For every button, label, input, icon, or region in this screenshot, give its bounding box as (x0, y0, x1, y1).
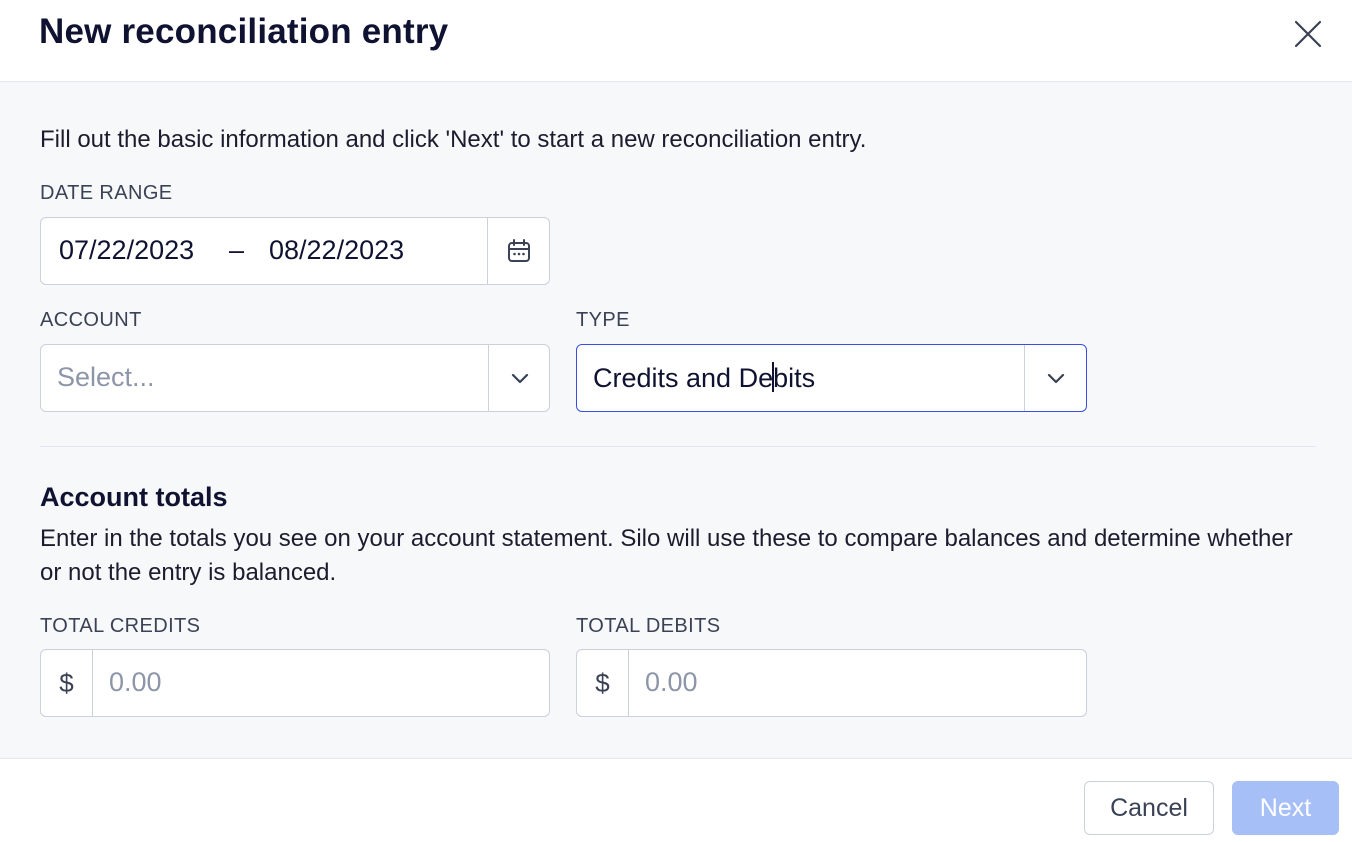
account-select-placeholder: Select... (57, 362, 155, 392)
calendar-button[interactable] (488, 218, 550, 284)
total-credits-field[interactable]: $ 0.00 (40, 649, 550, 717)
type-value-before-cursor: Credits and De (593, 363, 774, 393)
account-select[interactable]: Select... (40, 344, 550, 412)
type-select-value[interactable]: Credits and Debits (593, 362, 815, 394)
total-credits-input[interactable]: 0.00 (109, 667, 162, 698)
total-debits-input[interactable]: 0.00 (645, 667, 698, 698)
type-dropdown-toggle[interactable] (1025, 345, 1086, 411)
dialog-header: New reconciliation entry (0, 0, 1352, 82)
intro-text: Fill out the basic information and click… (40, 126, 867, 153)
calendar-icon (508, 239, 530, 262)
type-value-after-cursor: bits (773, 363, 816, 393)
currency-prefix: $ (577, 650, 629, 716)
total-debits-field[interactable]: $ 0.00 (576, 649, 1087, 717)
chevron-down-icon (511, 373, 528, 384)
total-credits-label: TOTAL CREDITS (40, 615, 201, 637)
account-label: ACCOUNT (40, 309, 142, 331)
account-dropdown-toggle[interactable] (489, 345, 550, 411)
type-select[interactable]: Credits and Debits (576, 344, 1087, 412)
date-end-input[interactable]: 08/22/2023 (269, 235, 404, 266)
section-divider (40, 446, 1316, 447)
date-start-input[interactable]: 07/22/2023 (59, 235, 194, 266)
account-totals-title: Account totals (40, 482, 228, 512)
dialog-body: Fill out the basic information and click… (0, 82, 1352, 758)
currency-prefix: $ (41, 650, 93, 716)
close-button[interactable] (1290, 16, 1326, 52)
account-totals-description: Enter in the totals you see on your acco… (40, 525, 1293, 586)
next-button[interactable]: Next (1232, 781, 1339, 835)
dialog-footer: Cancel Next (0, 758, 1352, 842)
close-icon (1294, 20, 1322, 48)
date-separator: – (229, 235, 245, 265)
chevron-down-icon (1047, 373, 1064, 384)
type-label: TYPE (576, 309, 630, 331)
dialog-title: New reconciliation entry (39, 12, 449, 51)
date-range-label: DATE RANGE (40, 182, 173, 204)
total-debits-label: TOTAL DEBITS (576, 615, 721, 637)
cancel-button[interactable]: Cancel (1084, 781, 1214, 835)
date-range-field[interactable]: 07/22/2023 – 08/22/2023 (40, 217, 550, 285)
